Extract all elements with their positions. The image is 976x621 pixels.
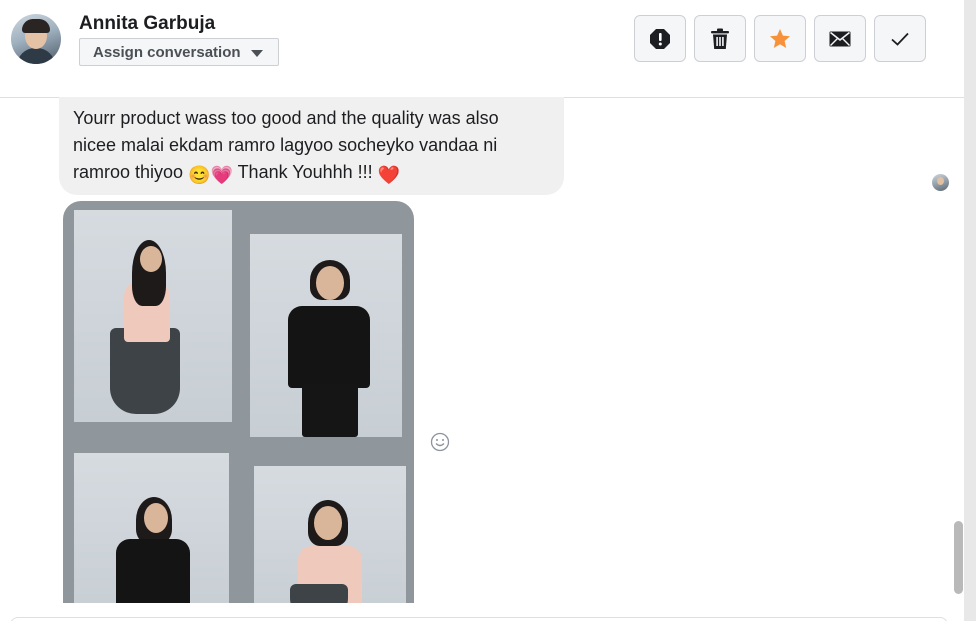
message-line-1: Yourr product wass too good and the qual… <box>73 108 499 128</box>
assign-conversation-label: Assign conversation <box>93 43 241 61</box>
photo-panel <box>250 234 402 437</box>
conversation-actions <box>634 15 926 62</box>
trash-icon <box>711 28 729 49</box>
mark-done-button[interactable] <box>874 15 926 62</box>
smiley-icon[interactable] <box>430 432 450 452</box>
message-image-attachment[interactable] <box>63 201 414 603</box>
heart-emoji: ❤️ <box>377 165 401 185</box>
delete-button[interactable] <box>694 15 746 62</box>
mail-icon <box>829 31 851 46</box>
conversation-header: Annita Garbuja Assign conversation <box>0 0 964 98</box>
smiling-emoji: 😊💗 <box>188 165 233 185</box>
message-composer[interactable] <box>10 617 948 621</box>
mark-spam-button[interactable] <box>634 15 686 62</box>
assign-conversation-button[interactable]: Assign conversation <box>79 38 279 66</box>
photo-panel <box>74 210 232 422</box>
mark-unread-button[interactable] <box>814 15 866 62</box>
contact-name[interactable]: Annita Garbuja <box>79 13 215 35</box>
scrollbar-track[interactable] <box>964 0 976 621</box>
contact-avatar[interactable] <box>11 14 61 64</box>
star-button[interactable] <box>754 15 806 62</box>
scrollbar-thumb[interactable] <box>954 521 963 594</box>
check-icon <box>891 32 909 46</box>
caret-down-icon <box>250 49 263 57</box>
message-bubble[interactable]: Yourr product wass too good and the qual… <box>59 97 564 195</box>
conversation-view: Annita Garbuja Assign conversation Yourr… <box>0 0 976 621</box>
photo-panel <box>254 466 406 603</box>
message-line-2: nicee malai ekdam ramro lagyoo socheyko … <box>73 135 498 155</box>
star-icon <box>770 28 790 48</box>
photo-panel <box>74 453 229 603</box>
alert-icon <box>650 28 670 49</box>
read-receipt-avatar <box>932 174 949 191</box>
message-line-3: ramroo thiyoo 😊💗 Thank Youhhh !!! ❤️ <box>73 159 548 189</box>
